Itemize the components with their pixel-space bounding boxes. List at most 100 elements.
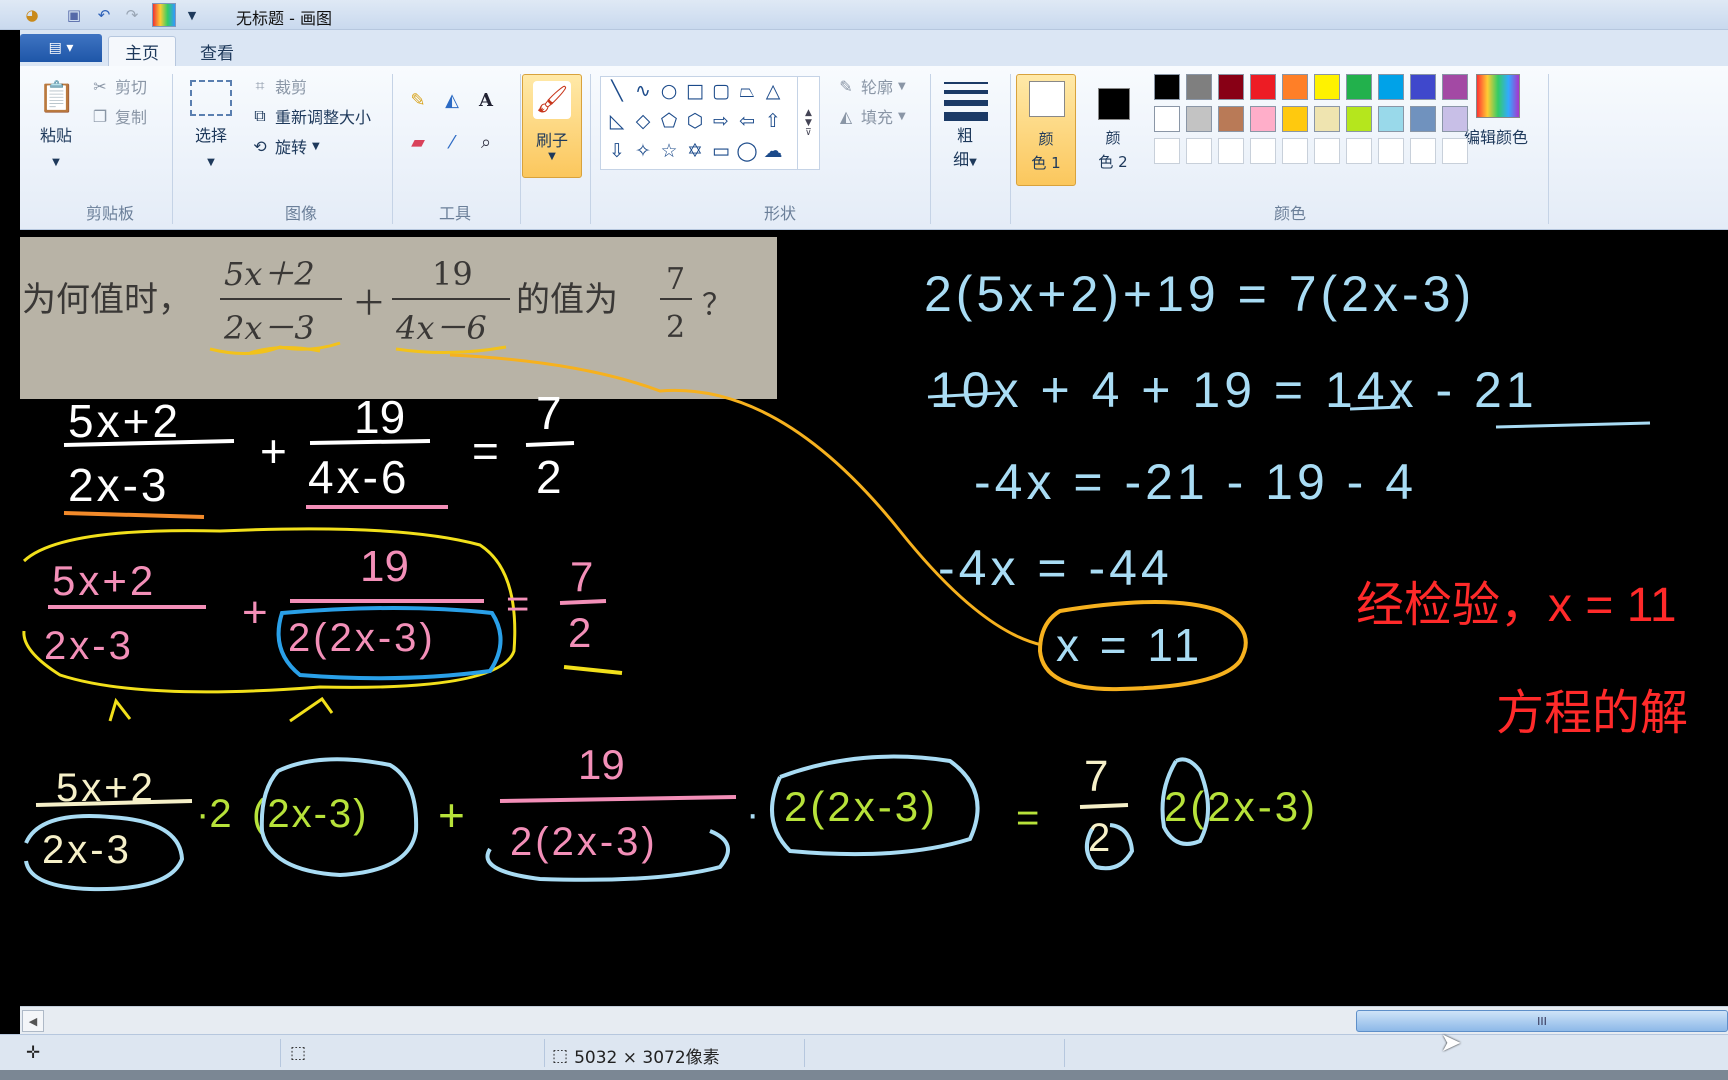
diamond-shape-icon[interactable]: ◇ [631,109,655,133]
color-swatch[interactable] [1250,74,1276,100]
right-triangle-shape-icon[interactable]: ◺ [605,109,629,133]
down-arrow-shape-icon[interactable]: ⇩ [605,139,629,163]
custom-color-slot[interactable] [1186,138,1212,164]
group-separator [392,74,393,224]
resize-button[interactable]: ⧉ 重新调整大小 [250,104,371,128]
scroll-thumb[interactable]: III [1356,1010,1728,1032]
file-menu-button[interactable]: ▤ ▾ [20,34,102,62]
edit-colors-button[interactable]: 编辑颜色 [1464,124,1528,148]
color-swatch[interactable] [1378,74,1404,100]
eraser-icon[interactable]: ▰ [404,128,432,156]
color-swatch[interactable] [1314,74,1340,100]
copy-button[interactable]: ❐ 复制 [90,104,147,128]
shapes-scroll[interactable]: ▲ ▼ ⊽ [797,77,819,169]
six-point-star-shape-icon[interactable]: ✡ [683,139,707,163]
drawing-canvas[interactable]: 为何值时， 5x＋2 2x－3 ＋ 19 4x－6 的值为 7 2 ？ 2(5x… [20,231,1728,1006]
cloud-callout-shape-icon[interactable]: ☁ [761,139,785,163]
fill-bucket-icon[interactable]: ◭ [438,86,466,114]
arrow-mark [289,696,334,723]
custom-color-slot[interactable] [1218,138,1244,164]
color-swatch[interactable] [1410,106,1436,132]
eq1-num1: 5x+2 [68,395,181,447]
color1-button[interactable]: 颜色 1 [1016,74,1076,186]
eq2-plus: + [242,588,268,637]
pencil-icon[interactable]: ✎ [404,86,432,114]
rect-callout-shape-icon[interactable]: ▭ [709,139,733,163]
color-picker-icon[interactable]: ⁄ [438,128,466,156]
hexagon-shape-icon[interactable]: ⬡ [683,109,707,133]
up-arrow-shape-icon[interactable]: ⇧ [761,109,785,133]
paint-app-icon[interactable]: ◕ [22,5,42,25]
size-icon[interactable] [944,80,988,121]
triangle-shape-icon[interactable]: △ [761,79,785,103]
custom-color-slot[interactable] [1250,138,1276,164]
undo-icon[interactable]: ↶ [94,5,114,25]
brushes-button[interactable]: 🖌 刷子 ▼ [522,74,582,178]
color-swatch[interactable] [1186,106,1212,132]
rectangle-shape-icon[interactable]: □ [683,79,707,103]
color-swatch[interactable] [1218,74,1244,100]
horizontal-scrollbar[interactable]: ◀ III [20,1006,1728,1034]
oval-callout-shape-icon[interactable]: ◯ [735,139,759,163]
color-swatch[interactable] [1186,74,1212,100]
color-swatch[interactable] [1442,74,1468,100]
paste-button[interactable]: 粘贴 ▼ [36,124,76,175]
customize-quick-access-icon[interactable]: ▼ [182,5,202,25]
custom-color-slot[interactable] [1378,138,1404,164]
color2-button[interactable]: 颜色 2 [1084,74,1144,186]
color-swatch[interactable] [1410,74,1436,100]
color-swatch[interactable] [1346,74,1372,100]
rounded-rectangle-shape-icon[interactable]: ▢ [709,79,733,103]
color-picker-quick-icon[interactable] [152,3,176,27]
select-icon[interactable] [190,80,232,116]
custom-color-slot[interactable] [1442,138,1468,164]
color-swatch[interactable] [1314,106,1340,132]
color-swatch[interactable] [1250,106,1276,132]
edit-colors-icon[interactable] [1476,74,1520,118]
color-swatch[interactable] [1218,106,1244,132]
custom-color-slot[interactable] [1282,138,1308,164]
color-swatch[interactable] [1442,106,1468,132]
line-shape-icon[interactable]: ╲ [605,79,629,103]
custom-color-slot[interactable] [1410,138,1436,164]
curve-shape-icon[interactable]: ∿ [631,79,655,103]
custom-color-slot[interactable] [1346,138,1372,164]
group-separator [590,74,591,224]
color-swatch[interactable] [1378,106,1404,132]
eq2-equals: = [506,582,529,626]
cut-button[interactable]: ✂ 剪切 [90,74,147,98]
five-point-star-shape-icon[interactable]: ☆ [657,139,681,163]
color-swatch[interactable] [1282,74,1308,100]
redo-icon[interactable]: ↷ [122,5,142,25]
size-button[interactable]: 粗细▼ [940,124,990,175]
scroll-left-arrow-icon[interactable]: ◀ [22,1010,44,1032]
tab-view[interactable]: 查看 [184,36,250,66]
color-swatch[interactable] [1154,74,1180,100]
magnifier-icon[interactable]: ⌕ [472,128,500,156]
custom-color-slot[interactable] [1154,138,1180,164]
custom-color-slot[interactable] [1314,138,1340,164]
shapes-gallery[interactable]: ╲ ∿ ○ □ ▢ ⏢ △ ◺ ◇ ⬠ ⬡ ⇨ ⇦ ⇧ ⇩ ✧ ☆ ✡ ▭ ◯ … [600,76,820,170]
menu-icon: ▤ ▾ [48,40,74,56]
select-button[interactable]: 选择 ▼ [186,124,236,175]
selection-size-icon: ⬚ [290,1043,307,1063]
step-2: 10x + 4 + 19 = 14x - 21 [930,362,1538,418]
oval-shape-icon[interactable]: ○ [657,79,681,103]
eq1-den2: 4x-6 [308,451,409,503]
save-icon[interactable]: ▣ [64,5,84,25]
tab-home[interactable]: 主页 [108,36,176,66]
pentagon-shape-icon[interactable]: ⬠ [657,109,681,133]
outline-button[interactable]: ✎ 轮廓 ▼ [836,74,905,98]
left-arrow-shape-icon[interactable]: ⇦ [735,109,759,133]
color-swatch[interactable] [1154,106,1180,132]
polygon-shape-icon[interactable]: ⏢ [735,79,759,103]
paste-icon[interactable]: 📋 [38,74,75,120]
right-arrow-shape-icon[interactable]: ⇨ [709,109,733,133]
crop-button[interactable]: ⌗ 裁剪 [250,74,307,98]
four-point-star-shape-icon[interactable]: ✧ [631,139,655,163]
color-swatch[interactable] [1282,106,1308,132]
text-tool-icon[interactable]: A [472,86,500,114]
fill-button[interactable]: ◭ 填充 ▼ [836,104,906,128]
color-swatch[interactable] [1346,106,1372,132]
rotate-button[interactable]: ⟲ 旋转 ▼ [250,134,319,158]
